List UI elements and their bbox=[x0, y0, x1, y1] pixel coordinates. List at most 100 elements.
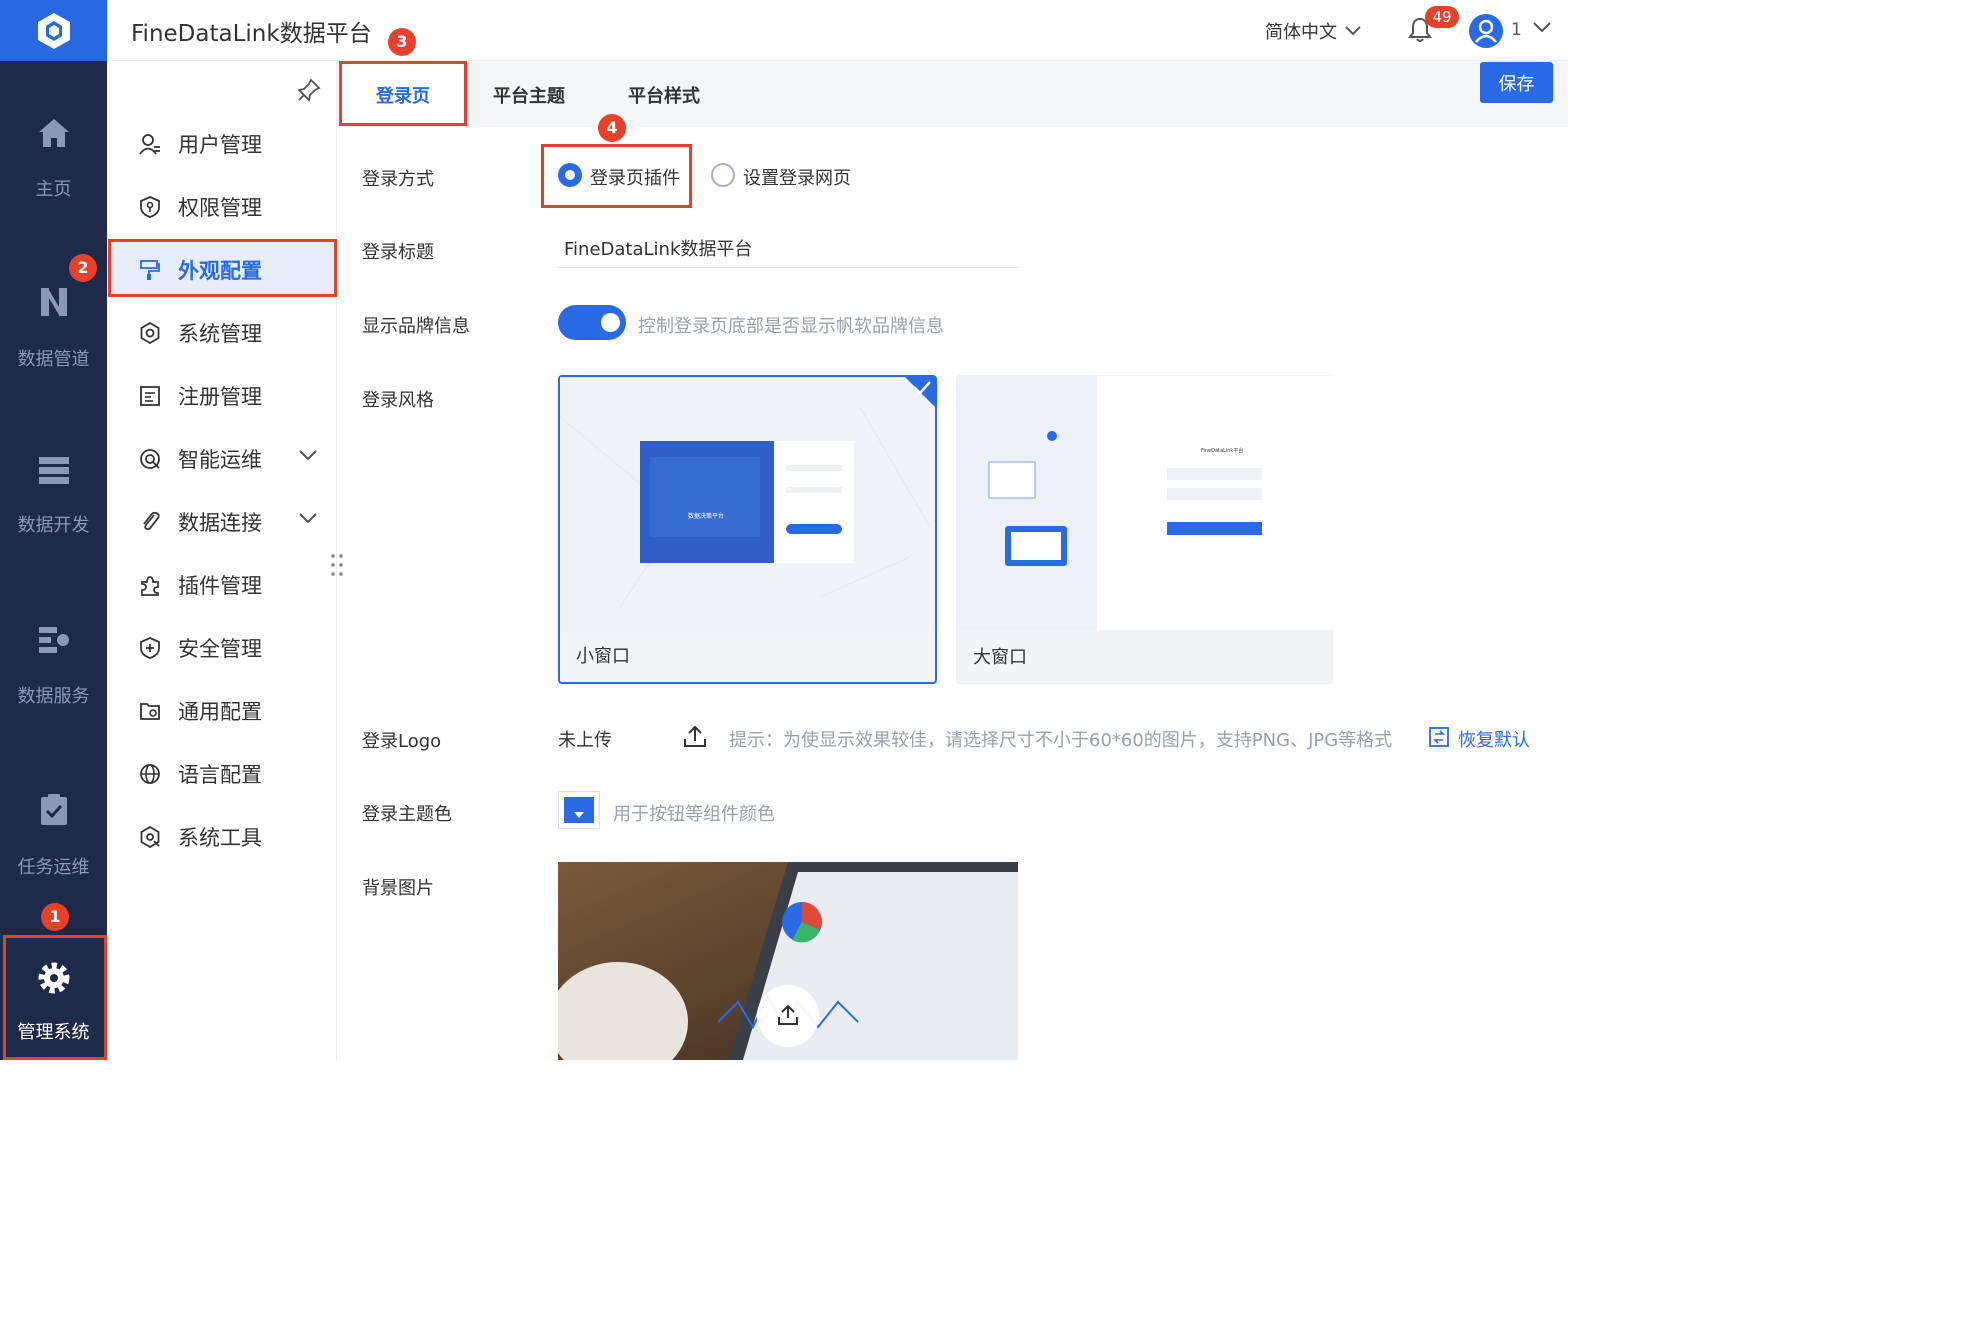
home-icon bbox=[38, 119, 69, 147]
login-title-label: 登录标题 bbox=[362, 242, 434, 263]
preview-large-brand: FineDataLink平台 bbox=[1201, 447, 1243, 454]
tool-icon bbox=[140, 826, 160, 848]
menu-item-ops[interactable]: 智能运维 bbox=[107, 430, 337, 486]
language-selector[interactable]: 简体中文 bbox=[1265, 18, 1361, 44]
language-label: 简体中文 bbox=[1265, 22, 1337, 43]
upload-icon[interactable] bbox=[777, 1004, 799, 1026]
login-method-label: 登录方式 bbox=[362, 169, 434, 190]
annotation-step-1: 1 bbox=[41, 903, 69, 931]
style-card-label: 小窗口 bbox=[576, 646, 630, 667]
save-button[interactable]: 保存 bbox=[1480, 62, 1553, 103]
preview-small-caption: 数据决策平台 bbox=[688, 512, 724, 520]
nav-task[interactable]: 任务运维 bbox=[0, 793, 107, 879]
menu-item-label: 权限管理 bbox=[178, 196, 262, 220]
menu-item-connection[interactable]: 数据连接 bbox=[107, 493, 337, 549]
menu-item-security[interactable]: 安全管理 bbox=[107, 619, 337, 675]
nav-home[interactable]: 主页 bbox=[0, 117, 107, 201]
radio-login-webpage-label[interactable]: 设置登录网页 bbox=[743, 164, 851, 190]
login-style-label: 登录风格 bbox=[362, 390, 434, 411]
logo[interactable] bbox=[0, 0, 107, 61]
background-image-preview[interactable] bbox=[558, 862, 1018, 1060]
restore-icon[interactable] bbox=[1428, 726, 1450, 748]
pin-icon[interactable] bbox=[297, 78, 321, 102]
user-avatar-icon bbox=[1475, 19, 1497, 43]
service-icon bbox=[38, 627, 69, 653]
menu-item-system[interactable]: 系统管理 bbox=[107, 304, 337, 360]
color-swatch bbox=[564, 797, 594, 823]
menu-item-permission[interactable]: 权限管理 bbox=[107, 178, 337, 234]
annotation-step-4: 4 bbox=[598, 114, 626, 142]
background-photo bbox=[558, 862, 1018, 1060]
avatar[interactable] bbox=[1469, 14, 1503, 48]
preview-small-window-image: 数据决策平台 bbox=[560, 377, 935, 632]
cube-logo-icon bbox=[37, 12, 70, 49]
menu-item-label: 安全管理 bbox=[178, 637, 262, 661]
menu-item-language[interactable]: 语言配置 bbox=[107, 745, 337, 801]
menu-item-label: 系统工具 bbox=[178, 826, 262, 850]
restore-default-link[interactable]: 恢复默认 bbox=[1458, 726, 1530, 752]
menu-item-label: 语言配置 bbox=[178, 763, 262, 787]
nav-service[interactable]: 数据服务 bbox=[0, 624, 107, 708]
user-name[interactable]: 1 bbox=[1511, 20, 1522, 40]
brand-info-toggle[interactable] bbox=[558, 305, 626, 340]
nav-label: 任务运维 bbox=[17, 857, 90, 878]
menu-item-user[interactable]: 用户管理 bbox=[107, 115, 337, 171]
plugin-icon bbox=[141, 576, 159, 596]
tab-platform-theme[interactable]: 平台主题 bbox=[475, 64, 583, 126]
tab-platform-style[interactable]: 平台样式 bbox=[610, 64, 718, 126]
annotation-box-login-plugin bbox=[541, 144, 692, 208]
register-icon bbox=[140, 386, 160, 406]
pipeline-icon bbox=[40, 288, 67, 316]
logo-hint: 提示：为使显示效果较佳，请选择尺寸不小于60*60的图片，支持PNG、JPG等格… bbox=[729, 730, 1393, 751]
menu-item-plugin[interactable]: 插件管理 bbox=[107, 556, 337, 612]
login-title-input[interactable] bbox=[558, 228, 1018, 268]
settings-icon bbox=[140, 322, 160, 344]
menu-item-label: 插件管理 bbox=[178, 574, 262, 598]
chevron-down-icon bbox=[1345, 26, 1361, 36]
menu-item-label: 智能运维 bbox=[178, 448, 262, 472]
ops-icon bbox=[140, 449, 160, 469]
notification-badge: 49 bbox=[1425, 6, 1459, 28]
nav-pipeline[interactable]: 数据管道 bbox=[0, 285, 107, 371]
brand-info-label: 显示品牌信息 bbox=[362, 316, 470, 337]
nav-label: 数据开发 bbox=[17, 515, 90, 536]
style-card-label: 大窗口 bbox=[973, 647, 1027, 668]
permission-icon bbox=[140, 196, 160, 218]
nav-label: 主页 bbox=[35, 179, 72, 200]
user-icon bbox=[139, 134, 160, 155]
theme-color-hint: 用于按钮等组件颜色 bbox=[613, 804, 775, 825]
link-icon bbox=[143, 511, 160, 531]
style-card-small-window[interactable]: 数据决策平台 小窗口 bbox=[558, 375, 937, 684]
annotation-box-login-tab bbox=[339, 61, 467, 126]
folder-icon bbox=[140, 703, 160, 720]
resize-handle-icon[interactable] bbox=[330, 553, 344, 577]
dev-icon bbox=[38, 457, 69, 484]
style-card-large-window[interactable]: FineDataLink平台 大窗口 bbox=[956, 375, 1333, 684]
task-icon bbox=[40, 794, 67, 825]
theme-color-label: 登录主题色 bbox=[362, 804, 452, 825]
menu-item-label: 通用配置 bbox=[178, 700, 262, 724]
brand-info-hint: 控制登录页底部是否显示帆软品牌信息 bbox=[638, 316, 944, 337]
radio-login-webpage[interactable] bbox=[711, 163, 735, 187]
background-image-label: 背景图片 bbox=[362, 878, 434, 899]
nav-dev[interactable]: 数据开发 bbox=[0, 455, 107, 537]
globe-icon bbox=[140, 764, 160, 784]
menu-item-general[interactable]: 通用配置 bbox=[107, 682, 337, 738]
menu-item-label: 系统管理 bbox=[178, 322, 262, 346]
nav-label: 数据管道 bbox=[17, 349, 90, 370]
menu-item-tools[interactable]: 系统工具 bbox=[107, 808, 337, 864]
caret-down-icon bbox=[574, 812, 584, 818]
chevron-down-icon[interactable] bbox=[299, 513, 317, 524]
login-logo-label: 登录Logo bbox=[362, 731, 442, 752]
theme-color-picker[interactable] bbox=[558, 791, 600, 829]
annotation-step-2: 2 bbox=[69, 254, 97, 282]
preview-large-window-image: FineDataLink平台 bbox=[957, 376, 1333, 630]
chevron-down-icon[interactable] bbox=[1533, 22, 1551, 33]
upload-icon[interactable] bbox=[683, 725, 707, 749]
shield-icon bbox=[140, 637, 160, 659]
menu-item-register[interactable]: 注册管理 bbox=[107, 367, 337, 423]
menu-item-label: 用户管理 bbox=[178, 133, 262, 157]
chevron-down-icon[interactable] bbox=[299, 450, 317, 461]
nav-label: 数据服务 bbox=[17, 686, 90, 707]
app-title: FineDataLink数据平台 bbox=[131, 21, 372, 47]
